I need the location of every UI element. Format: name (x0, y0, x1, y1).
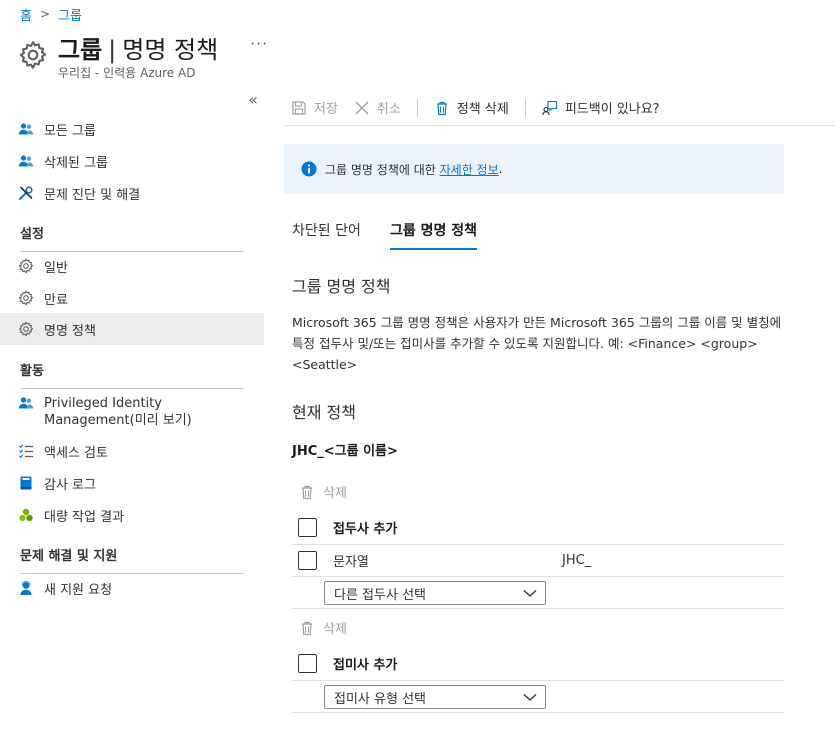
bulk-icon (19, 508, 33, 522)
trash-icon (302, 485, 312, 499)
person-support-icon (20, 580, 32, 595)
learn-more-link[interactable]: 자세한 정보 (440, 161, 499, 178)
suffix-type-dropdown[interactable]: 접미사 유형 선택 (324, 685, 546, 709)
prefix-type-dropdown[interactable]: 다른 접두사 선택 (324, 581, 546, 605)
current-policy-value: JHC_<그룹 이름> (292, 444, 398, 459)
suffix-delete-label: 삭제 (323, 622, 347, 637)
users-icon (18, 121, 34, 137)
save-icon (292, 100, 306, 115)
current-policy-title: 현재 정책 (292, 403, 356, 422)
close-icon (355, 101, 369, 114)
sidebar-item-label: Privileged Identity Management(미리 보기) (44, 396, 192, 428)
collapse-sidebar-icon[interactable]: « (244, 92, 262, 110)
save-button[interactable]: 저장 (291, 98, 338, 117)
book-icon (20, 476, 32, 490)
divider (292, 608, 784, 609)
sidebar-item-diagnose[interactable]: 문제 진단 및 해결 (0, 177, 264, 209)
suffix-dropdown-value: 접미사 유형 선택 (334, 691, 426, 707)
sidebar-item-new-support-request[interactable]: 새 지원 요청 (0, 572, 264, 604)
sidebar-item-label: 새 지원 요청 (44, 582, 113, 598)
prefix-dropdown-value: 다른 접두사 선택 (334, 587, 426, 603)
sidebar-section-settings: 설정 (20, 223, 244, 252)
save-button-label: 저장 (314, 102, 338, 117)
page-title-main: 그룹 (58, 36, 103, 64)
breadcrumb: 홈 > 그룹 (20, 4, 82, 24)
prefix-header-label: 접두사 추가 (333, 522, 398, 537)
wrench-icon (19, 186, 33, 200)
breadcrumb-groups-link[interactable]: 그룹 (58, 5, 82, 24)
sidebar-item-label: 액세스 검토 (44, 445, 108, 461)
sidebar-item-all-groups[interactable]: 모든 그룹 (0, 113, 264, 145)
prefix-row-checkbox[interactable] (298, 551, 317, 570)
prefix-delete-label: 삭제 (323, 486, 347, 501)
more-options-button[interactable]: ··· (250, 34, 268, 53)
info-icon (301, 161, 317, 177)
prefix-row-value: JHC_ (562, 553, 592, 568)
delete-policy-button[interactable]: 정책 삭제 (434, 98, 509, 117)
sidebar-item-label: 삭제된 그룹 (44, 155, 108, 171)
sidebar-item-label: 명명 정책 (44, 323, 96, 339)
toolbar-divider (416, 98, 418, 117)
sidebar-item-label: 모든 그룹 (44, 123, 96, 139)
cancel-button[interactable]: 취소 (354, 98, 401, 117)
trash-icon (436, 101, 447, 115)
users-icon (18, 395, 34, 411)
page-title-separator: | (108, 36, 117, 64)
sidebar-item-label: 문제 진단 및 해결 (44, 187, 141, 203)
info-banner: 그룹 명명 정책에 대한 자세한 정보. (284, 144, 784, 194)
suffix-header-row: 접미사 추가 (292, 647, 784, 681)
page-title: 그룹 | 명명 정책 (58, 30, 218, 65)
sidebar-item-naming-policy[interactable]: 명명 정책 (0, 313, 264, 345)
delete-policy-button-label: 정책 삭제 (456, 102, 509, 117)
users-icon (18, 153, 34, 169)
suffix-header-label: 접미사 추가 (333, 658, 398, 673)
feedback-icon (542, 100, 557, 115)
sidebar-section-support: 문제 해결 및 지원 (20, 545, 244, 574)
divider (292, 712, 784, 713)
page-subtitle: 우리집 - 인력용 Azure AD (58, 66, 196, 80)
prefix-delete-button[interactable]: 삭제 (300, 482, 347, 501)
gear-icon (18, 258, 34, 274)
gear-icon (18, 290, 34, 306)
sidebar-item-general[interactable]: 일반 (0, 250, 264, 282)
cancel-button-label: 취소 (376, 102, 401, 117)
sidebar-item-label: 감사 로그 (44, 477, 96, 493)
suffix-delete-button[interactable]: 삭제 (300, 618, 347, 637)
sidebar-item-deleted-groups[interactable]: 삭제된 그룹 (0, 145, 264, 177)
info-text-end: . (498, 162, 503, 176)
section-title: 그룹 명명 정책 (292, 277, 391, 296)
prefix-select-all-checkbox[interactable] (298, 518, 317, 537)
toolbar-divider (524, 98, 526, 117)
sidebar-item-pim[interactable]: Privileged Identity Management(미리 보기) (0, 387, 264, 433)
tab-group-naming-policy[interactable]: 그룹 명명 정책 (390, 220, 478, 250)
sidebar-item-label: 만료 (44, 292, 68, 308)
prefix-row-type: 문자열 (333, 555, 369, 570)
breadcrumb-home-link[interactable]: 홈 (20, 5, 32, 24)
table-row: 문자열 JHC_ (292, 545, 784, 577)
sidebar-item-expiration[interactable]: 만료 (0, 282, 264, 314)
gear-icon (18, 40, 48, 70)
suffix-select-all-checkbox[interactable] (298, 654, 317, 673)
feedback-button[interactable]: 피드백이 있나요? (542, 98, 660, 117)
tab-blocked-words[interactable]: 차단된 단어 (292, 220, 361, 250)
chevron-down-icon (523, 694, 537, 701)
trash-icon (302, 621, 312, 635)
prefix-header-row: 접두사 추가 (292, 511, 784, 545)
sidebar-item-label: 일반 (44, 260, 68, 276)
command-bar: 저장 취소 정책 삭제 피드백이 있나요? (285, 90, 835, 126)
sidebar-item-label: 대량 작업 결과 (44, 509, 125, 525)
sidebar-item-audit-logs[interactable]: 감사 로그 (0, 467, 264, 499)
gear-icon (18, 321, 34, 337)
chevron-down-icon (523, 590, 537, 597)
sidebar-section-activity: 활동 (20, 360, 244, 389)
chevron-right-icon: > (39, 7, 51, 21)
info-text: 그룹 명명 정책에 대한 (325, 162, 440, 177)
policy-description: Microsoft 365 그룹 명명 정책은 사용자가 만든 Microsof… (292, 315, 782, 372)
sidebar-item-bulk-results[interactable]: 대량 작업 결과 (0, 499, 264, 531)
feedback-button-label: 피드백이 있나요? (564, 102, 660, 117)
checklist-icon (19, 444, 33, 459)
sidebar-item-access-reviews[interactable]: 액세스 검토 (0, 435, 264, 467)
page-title-sub: 명명 정책 (122, 36, 219, 64)
